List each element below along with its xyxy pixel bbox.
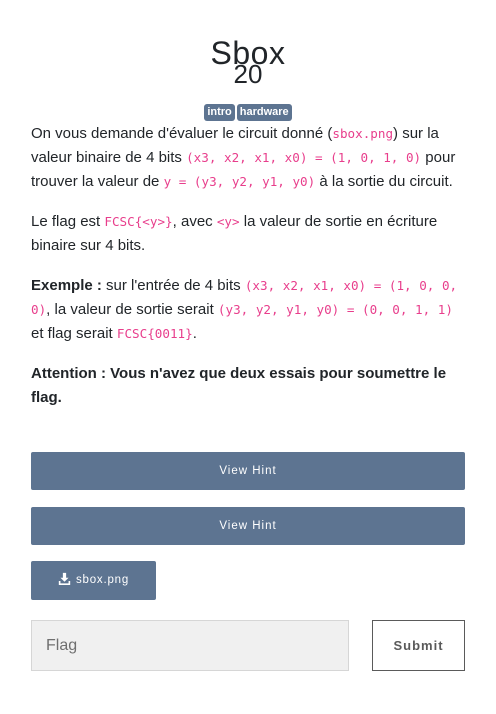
view-hint-button-1[interactable]: View Hint: [31, 452, 465, 490]
challenge-points: 20: [233, 59, 263, 89]
inline-code: (y3, y2, y1, y0) = (0, 0, 1, 1): [217, 302, 453, 317]
inline-code: sbox.png: [332, 126, 394, 141]
download-icon: [58, 572, 71, 585]
description-text: Le flag est: [31, 213, 105, 230]
tag-hardware: hardware: [236, 104, 292, 121]
description-text: et flag serait: [31, 325, 117, 342]
download-file-button[interactable]: sbox.png: [31, 561, 156, 600]
description-text: .: [192, 325, 197, 342]
inline-code: (x3, x2, x1, x0) = (1, 0, 1, 0): [186, 150, 422, 165]
inline-code: FCSC{0011}: [116, 326, 193, 341]
inline-code: <y>: [216, 214, 240, 229]
description-text: à la sortie du circuit.: [315, 173, 453, 190]
description-text: On vous demande d'évaluer le circuit don…: [31, 125, 333, 142]
description-paragraph-1: On vous demande d'évaluer le circuit don…: [31, 122, 467, 194]
inline-code: y = (y3, y2, y1, y0): [163, 174, 316, 189]
description-paragraph-4: Attention : Vous n'avez que deux essais …: [31, 362, 467, 410]
warning-text: Attention : Vous n'avez que deux essais …: [31, 365, 447, 406]
description-paragraph-3: Exemple : sur l'entrée de 4 bits (x3, x2…: [31, 274, 467, 346]
description-paragraph-2: Le flag est FCSC{<y>}, avec <y> la valeu…: [31, 210, 467, 258]
view-hint-button-2[interactable]: View Hint: [31, 507, 465, 545]
description-text: , la valeur de sortie serait: [46, 301, 218, 318]
file-name: sbox.png: [75, 574, 130, 586]
description-text: , avec: [172, 213, 217, 230]
submit-button[interactable]: Submit: [372, 620, 465, 671]
challenge-description: On vous demande d'évaluer le circuit don…: [31, 122, 467, 426]
inline-code: FCSC{<y>}: [104, 214, 173, 229]
tag-intro: intro: [204, 104, 235, 121]
tag-list: intro hardware: [0, 104, 496, 121]
description-text: sur l'entrée de 4 bits: [101, 277, 245, 294]
example-label: Exemple :: [31, 277, 102, 294]
flag-input[interactable]: [31, 620, 349, 671]
